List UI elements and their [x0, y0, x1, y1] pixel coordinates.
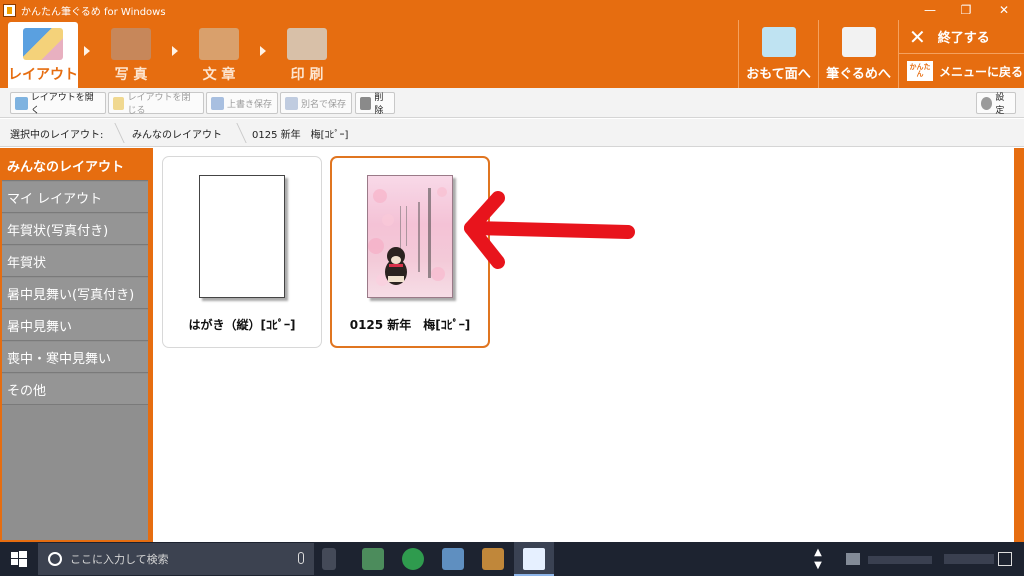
- close-layout-label: レイアウトを閉じる: [127, 93, 191, 116]
- brush-icon: [199, 28, 239, 60]
- search-placeholder: ここに入力して検索: [70, 553, 169, 566]
- photo-icon: [111, 28, 151, 60]
- tab-photo[interactable]: 写 真: [96, 22, 166, 88]
- gear-icon: [981, 96, 993, 110]
- taskbar-app-icon[interactable]: [482, 548, 504, 570]
- maximize-button[interactable]: ❐: [948, 0, 984, 20]
- save-as-icon: [285, 96, 298, 110]
- kantan-icon: かんたん: [907, 61, 933, 81]
- fudegurume-app-icon: [523, 548, 545, 570]
- tab-photo-label: 写 真: [114, 67, 148, 83]
- taskbar-search-input[interactable]: ここに入力して検索: [38, 543, 314, 575]
- layout-card-label: はがき（縦）[ｺﾋﾟｰ]: [188, 318, 296, 332]
- overwrite-save-label: 上書き保存: [227, 99, 273, 110]
- notification-icon[interactable]: [998, 552, 1012, 566]
- breadcrumb-separator: [105, 123, 125, 143]
- delete-button[interactable]: 削除: [355, 92, 395, 116]
- open-layout-button[interactable]: レイアウトを開く: [10, 92, 106, 116]
- content-scroll-edge: [1014, 148, 1024, 542]
- breadcrumb-item-current[interactable]: 0125 新年 梅[ｺﾋﾟｰ]: [252, 119, 348, 147]
- taskbar-app-icon[interactable]: [362, 548, 384, 570]
- delete-label: 削除: [374, 93, 384, 116]
- minimize-button[interactable]: —: [912, 0, 948, 20]
- printer-icon: [287, 28, 327, 60]
- close-layout-icon: [113, 96, 125, 110]
- breadcrumb-item-minna[interactable]: みんなのレイアウト: [132, 119, 222, 147]
- tab-layout[interactable]: レイアウト: [8, 22, 78, 88]
- taskbar-app-icon[interactable]: [442, 548, 464, 570]
- tab-text[interactable]: 文 章: [184, 22, 254, 88]
- trash-icon: [360, 96, 372, 110]
- sidebar-item-minna[interactable]: みんなのレイアウト: [2, 150, 148, 181]
- breadcrumb-label: 選択中のレイアウト:: [10, 129, 104, 141]
- sidebar-item-mochu[interactable]: 喪中・寒中見舞い: [2, 342, 148, 373]
- layout-card-hagaki[interactable]: はがき（縦）[ｺﾋﾟｰ]: [162, 156, 322, 348]
- breadcrumb-separator: [227, 123, 247, 143]
- tab-arrow-icon: [84, 46, 90, 56]
- toolbar: レイアウトを開く レイアウトを閉じる 上書き保存 別名で保存 削除 設定: [0, 88, 1024, 118]
- save-as-button[interactable]: 別名で保存: [280, 92, 352, 114]
- task-view-icon[interactable]: [322, 548, 336, 570]
- close-window-button[interactable]: ✕: [986, 0, 1022, 20]
- nengajo-art: [368, 187, 447, 286]
- save-icon: [211, 96, 224, 110]
- fudegurume-button[interactable]: 筆ぐるめへ: [818, 20, 898, 88]
- sidebar-item-nengajo[interactable]: 年賀状: [2, 246, 148, 277]
- sidebar-item-nengajo-photo[interactable]: 年賀状(写真付き): [2, 214, 148, 245]
- exit-label: 終了する: [937, 31, 990, 46]
- title-bar: かんたん筆ぐるめ for Windows — ❐ ✕: [0, 0, 1024, 20]
- layout-card-label: 0125 新年 梅[ｺﾋﾟｰ]: [349, 318, 471, 332]
- breadcrumb: 選択中のレイアウト: みんなのレイアウト 0125 新年 梅[ｺﾋﾟｰ]: [0, 119, 1024, 147]
- sidebar-list: みんなのレイアウト マイ レイアウト 年賀状(写真付き) 年賀状 暑中見舞い(写…: [2, 150, 148, 540]
- settings-button[interactable]: 設定: [976, 92, 1016, 116]
- tab-arrow-icon: [260, 46, 266, 56]
- postcard-front-icon: [761, 27, 796, 57]
- fudegurume-label: 筆ぐるめへ: [826, 67, 891, 82]
- cortana-icon: [48, 552, 62, 566]
- sidebar-item-my-layout[interactable]: マイ レイアウト: [2, 182, 148, 213]
- taskbar: ここに入力して検索 ▲ ▼: [0, 542, 1024, 576]
- overwrite-save-button[interactable]: 上書き保存: [206, 92, 278, 114]
- close-icon: ✕: [909, 24, 926, 49]
- tab-text-label: 文 章: [202, 67, 236, 83]
- back-to-menu-button[interactable]: かんたん メニューに戻る: [898, 54, 1024, 88]
- sidebar-item-shochu[interactable]: 暑中見舞い: [2, 310, 148, 341]
- back-to-menu-label: メニューに戻る: [939, 64, 1024, 79]
- tab-layout-label: レイアウト: [8, 67, 78, 83]
- taskbar-active-app[interactable]: [514, 542, 554, 576]
- omote-button[interactable]: おもて面へ: [738, 20, 818, 88]
- tray-chevron-icon[interactable]: ▲ ▼: [812, 546, 824, 572]
- clock-blurred: [944, 554, 994, 564]
- start-button[interactable]: [0, 542, 38, 576]
- open-layout-icon: [15, 96, 28, 110]
- microphone-icon[interactable]: [298, 552, 304, 564]
- ribbon: レイアウト 写 真 文 章 印 刷 おもて面へ 筆ぐるめへ ✕ 終了する かんた…: [0, 20, 1024, 88]
- save-as-label: 別名で保存: [301, 99, 347, 110]
- sidebar-item-other[interactable]: その他: [2, 374, 148, 405]
- layout-icon: [23, 28, 63, 60]
- annotation-arrow-icon: [464, 191, 635, 269]
- app-icon: [3, 3, 16, 17]
- sidebar: みんなのレイアウト マイ レイアウト 年賀状(写真付き) 年賀状 暑中見舞い(写…: [0, 148, 153, 542]
- sidebar-item-shochu-photo[interactable]: 暑中見舞い(写真付き): [2, 278, 148, 309]
- open-layout-label: レイアウトを開く: [30, 93, 94, 116]
- nengajo-thumbnail: [367, 175, 453, 298]
- window-title: かんたん筆ぐるめ for Windows: [21, 6, 166, 18]
- taskbar-app-icon[interactable]: [402, 548, 424, 570]
- windows-icon: [11, 551, 27, 567]
- tab-print[interactable]: 印 刷: [272, 22, 342, 88]
- settings-label: 設定: [995, 93, 1005, 116]
- fudegurume-icon: [841, 27, 876, 57]
- close-layout-button[interactable]: レイアウトを閉じる: [108, 92, 204, 116]
- tab-arrow-icon: [172, 46, 178, 56]
- tab-print-label: 印 刷: [290, 67, 324, 83]
- blank-postcard-thumbnail: [199, 175, 285, 298]
- tray-icons-blurred: [868, 556, 932, 564]
- tray-icon[interactable]: [846, 553, 860, 565]
- layout-gallery: はがき（縦）[ｺﾋﾟｰ] 0125 新年 梅[ｺﾋﾟｰ]: [153, 148, 1014, 542]
- omote-label: おもて面へ: [746, 67, 811, 82]
- exit-button[interactable]: ✕ 終了する: [898, 20, 1024, 54]
